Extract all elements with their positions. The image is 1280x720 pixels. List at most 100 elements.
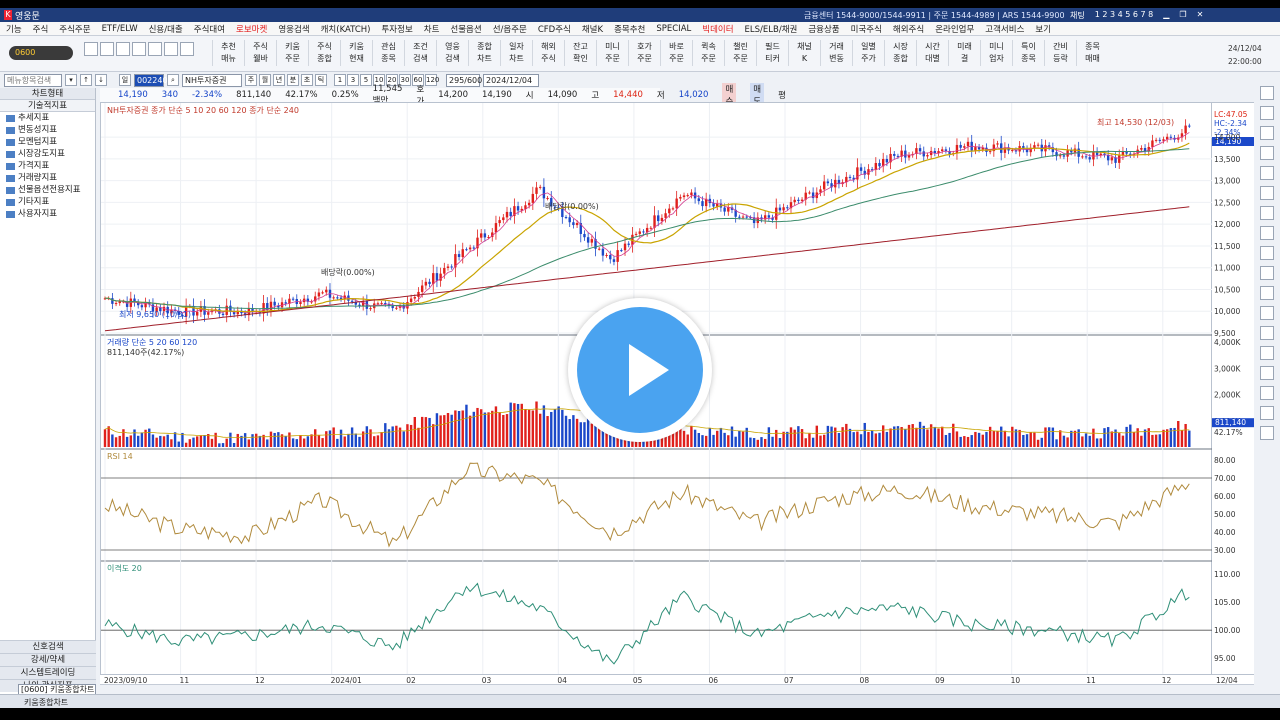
toolbar-button[interactable]: 관심 종목: [372, 40, 404, 66]
maximize-icon[interactable]: ❐: [1179, 10, 1186, 21]
menu-item[interactable]: 기능: [6, 23, 22, 35]
menu-item[interactable]: 주식주문: [59, 23, 90, 35]
minute-button[interactable]: 3: [347, 74, 359, 86]
horizontal-line-icon[interactable]: [1260, 166, 1274, 180]
menu-item[interactable]: 종목추천: [614, 23, 645, 35]
search-icon[interactable]: ⌕: [167, 74, 179, 86]
toolbar-button[interactable]: 바로 주문: [660, 40, 692, 66]
crosshair-icon[interactable]: [1260, 86, 1274, 100]
menu-item[interactable]: 온라인업무: [935, 23, 974, 35]
period-button[interactable]: 월: [259, 74, 271, 86]
list-icon[interactable]: [1260, 426, 1274, 440]
period-button[interactable]: 틱: [315, 74, 327, 86]
minute-button[interactable]: 120: [425, 74, 439, 86]
toolbar-button[interactable]: 종목 매매: [1076, 40, 1108, 66]
menu-item[interactable]: 채널K: [582, 23, 603, 35]
toolbar-button[interactable]: 챌린 주문: [724, 40, 756, 66]
chart-icon[interactable]: [84, 42, 98, 56]
menu-item[interactable]: 주식: [33, 23, 49, 35]
toolbar-button[interactable]: 일자 차트: [500, 40, 532, 66]
cycle-icon[interactable]: [1260, 246, 1274, 260]
minute-button[interactable]: 1: [334, 74, 346, 86]
toolbar-button[interactable]: 일별 주가: [852, 40, 884, 66]
menu-item[interactable]: 고객서비스: [985, 23, 1024, 35]
rect-icon[interactable]: [1260, 306, 1274, 320]
arrow-up-icon[interactable]: ↑: [80, 74, 92, 86]
period-button[interactable]: 주: [245, 74, 257, 86]
menu-item[interactable]: 차트: [424, 23, 440, 35]
menu-item[interactable]: ETF/ELW: [102, 24, 138, 34]
play-button[interactable]: [568, 298, 712, 442]
indicator-folder[interactable]: 가격지표: [0, 160, 95, 172]
period-button[interactable]: 년: [273, 74, 285, 86]
camera-icon[interactable]: [132, 42, 146, 56]
fibonacci-icon[interactable]: [1260, 226, 1274, 240]
indicator-folder[interactable]: 변동성지표: [0, 124, 95, 136]
toolbar-button[interactable]: 주식 웰바: [244, 40, 276, 66]
settings-icon[interactable]: [1260, 126, 1274, 140]
menu-item[interactable]: SPECIAL: [656, 24, 691, 34]
toolbar-button[interactable]: 거래 변동: [820, 40, 852, 66]
menu-item[interactable]: 선물옵션: [450, 23, 481, 35]
indicator-folder[interactable]: 거래량지표: [0, 172, 95, 184]
minute-button[interactable]: 5: [360, 74, 372, 86]
period-button[interactable]: 초: [301, 74, 313, 86]
menu-item[interactable]: 투자정보: [381, 23, 412, 35]
count-field[interactable]: 295/600: [446, 73, 482, 87]
lock-icon[interactable]: [116, 42, 130, 56]
minimize-icon[interactable]: ▁: [1163, 10, 1169, 21]
date-field[interactable]: 2024/12/04: [483, 73, 539, 87]
toolbar-button[interactable]: 키움 현재: [340, 40, 372, 66]
sidebar-bottom-tab[interactable]: 시스템트레이딩: [0, 666, 96, 679]
toolbar-button[interactable]: 필드 티커: [756, 40, 788, 66]
screen-code-input[interactable]: 0600: [9, 46, 73, 60]
indicator-folder[interactable]: 추세지표: [0, 112, 95, 124]
menu-item[interactable]: CFD주식: [538, 23, 571, 35]
menu-item[interactable]: 금융상품: [808, 23, 839, 35]
flag-icon[interactable]: [164, 42, 178, 56]
menu-item[interactable]: 보기: [1035, 23, 1051, 35]
toolbar-button[interactable]: 미니 주문: [596, 40, 628, 66]
indicator-folder[interactable]: 기타지표: [0, 196, 95, 208]
toolbar-button[interactable]: 시간 대별: [916, 40, 948, 66]
sidebar-bottom-tab[interactable]: 강세/약세: [0, 653, 96, 666]
sidebar-bottom-tab[interactable]: 신호검색: [0, 640, 96, 653]
toolbar-button[interactable]: 조건 검색: [404, 40, 436, 66]
indicator-section-title[interactable]: 기술적지표: [0, 100, 95, 112]
menu-item[interactable]: 캐치(KATCH): [321, 23, 371, 35]
zoom-icon[interactable]: [1260, 106, 1274, 120]
close-icon[interactable]: ✕: [1197, 10, 1204, 21]
layers-icon[interactable]: [1260, 406, 1274, 420]
indicator-folder[interactable]: 시장강도지표: [0, 148, 95, 160]
eraser-icon[interactable]: [1260, 346, 1274, 360]
menu-item[interactable]: 로보마켓: [236, 23, 267, 35]
toolbar-button[interactable]: 추천 매뉴: [212, 40, 244, 66]
mail-icon[interactable]: [148, 42, 162, 56]
toolbar-button[interactable]: 시장 종합: [884, 40, 916, 66]
eval-button[interactable]: 평: [778, 89, 786, 101]
screen-numbers[interactable]: 1 2 3 4 5 6 7 8: [1095, 10, 1154, 21]
pencil-icon[interactable]: [100, 42, 114, 56]
chevron-down-icon[interactable]: ▾: [65, 74, 77, 86]
toolbar-button[interactable]: 호가 주문: [628, 40, 660, 66]
period-button[interactable]: 분: [287, 74, 299, 86]
indicator-folder[interactable]: 사용자지표: [0, 208, 95, 220]
ruler-icon[interactable]: [1260, 386, 1274, 400]
menu-item[interactable]: 선/옵주문: [493, 23, 527, 35]
stock-code-input[interactable]: 002240: [134, 73, 168, 87]
toolbar-button[interactable]: 특이 종목: [1012, 40, 1044, 66]
menu-item[interactable]: 미국주식: [851, 23, 882, 35]
menu-item[interactable]: 신용/대출: [149, 23, 183, 35]
trend-line-icon[interactable]: [1260, 146, 1274, 160]
indicator-folder[interactable]: 선물옵션전용지표: [0, 184, 95, 196]
toolbar-button[interactable]: 미래 결: [948, 40, 980, 66]
menu-item[interactable]: 영웅검색: [278, 23, 309, 35]
menu-search-input[interactable]: 메뉴항목검색: [4, 73, 62, 87]
menu-item[interactable]: 빅데이터: [702, 23, 733, 35]
text-icon[interactable]: [1260, 286, 1274, 300]
ellipse-icon[interactable]: [1260, 326, 1274, 340]
toolbar-button[interactable]: 키움 주문: [276, 40, 308, 66]
menu-item[interactable]: 해외주식: [893, 23, 924, 35]
channel-icon[interactable]: [1260, 206, 1274, 220]
arrow-down-icon[interactable]: ↓: [95, 74, 107, 86]
